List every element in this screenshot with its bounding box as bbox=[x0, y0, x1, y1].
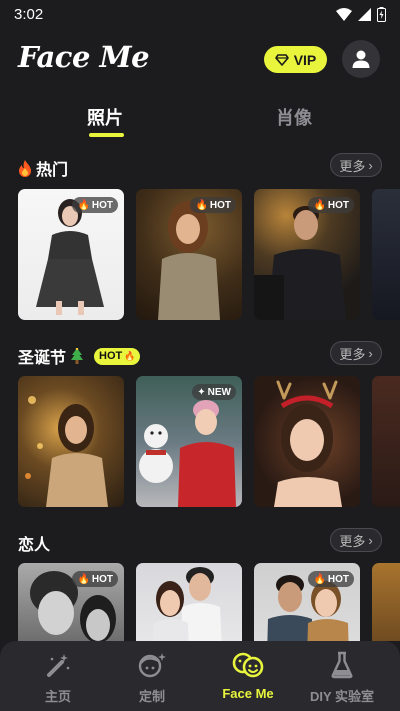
app-header: Face Me VIP bbox=[0, 36, 400, 82]
app-logo: Face Me bbox=[18, 40, 150, 74]
section-title-hot: 热门 bbox=[18, 156, 68, 180]
template-card[interactable]: 🔥 HOT bbox=[136, 189, 242, 320]
fire-icon: 🔥 bbox=[195, 199, 208, 211]
tab-indicator bbox=[89, 133, 124, 137]
badge-text: NEW bbox=[207, 386, 231, 398]
section-label: 热门 bbox=[36, 162, 69, 179]
more-label: 更多 bbox=[339, 158, 366, 174]
vip-label: VIP bbox=[293, 51, 317, 68]
card-image bbox=[152, 567, 222, 641]
template-card[interactable] bbox=[254, 376, 360, 507]
template-card[interactable] bbox=[372, 376, 400, 507]
hot-pill-badge: HOT 🔥 bbox=[94, 347, 141, 365]
vip-button[interactable]: VIP bbox=[264, 46, 327, 73]
flask-icon bbox=[331, 651, 353, 679]
fire-icon: 🔥 bbox=[77, 199, 90, 211]
face-me-icon bbox=[232, 652, 264, 678]
battery-icon bbox=[377, 6, 386, 22]
user-icon bbox=[352, 50, 370, 68]
section-label: 圣诞节 bbox=[18, 350, 67, 367]
tab-bar: 照片 肖像 bbox=[0, 100, 400, 140]
badge-text: HOT bbox=[91, 573, 113, 585]
badge-text: HOT bbox=[327, 573, 349, 585]
fire-icon: 🔥 bbox=[77, 573, 90, 585]
fire-icon: 🔥 bbox=[313, 573, 326, 585]
more-button-lovers[interactable]: 更多 › bbox=[330, 528, 382, 552]
fire-icon: 🔥 bbox=[313, 199, 326, 211]
profile-button[interactable] bbox=[342, 40, 380, 78]
status-bar: 3:02 bbox=[0, 0, 400, 28]
section-label: 恋人 bbox=[18, 537, 51, 554]
nav-face-me[interactable]: Face Me bbox=[198, 649, 298, 701]
wifi-icon bbox=[336, 7, 352, 21]
nav-label: 主页 bbox=[44, 689, 71, 704]
christmas-tree-icon bbox=[71, 347, 84, 364]
nav-diy-lab[interactable]: DIY 实验室 bbox=[292, 649, 392, 705]
pill-text: HOT bbox=[99, 350, 123, 362]
template-card[interactable] bbox=[372, 189, 400, 320]
template-card[interactable] bbox=[372, 563, 400, 641]
more-button-christmas[interactable]: 更多 › bbox=[330, 341, 382, 365]
tab-photos[interactable]: 照片 bbox=[87, 104, 123, 130]
card-row-christmas: ✦ NEW bbox=[18, 376, 400, 507]
bottom-navigation: 主页 定制 Face Me DIY 实验室 bbox=[0, 641, 400, 711]
face-sparkle-icon bbox=[138, 653, 166, 678]
section-title-christmas: 圣诞节 HOT 🔥 bbox=[18, 344, 141, 368]
chevron-right-icon: › bbox=[368, 532, 373, 548]
nav-custom[interactable]: 定制 bbox=[102, 649, 202, 705]
card-image bbox=[274, 380, 342, 507]
magic-wand-icon bbox=[47, 654, 70, 677]
nav-label: 定制 bbox=[138, 689, 165, 704]
template-card[interactable]: 🔥 HOT bbox=[254, 189, 360, 320]
hot-badge: 🔥 HOT bbox=[308, 571, 354, 587]
diamond-icon bbox=[274, 53, 289, 66]
card-image bbox=[25, 396, 108, 507]
new-badge: ✦ NEW bbox=[192, 384, 236, 400]
badge-text: HOT bbox=[209, 199, 231, 211]
template-card[interactable]: 🔥 HOT bbox=[18, 189, 124, 320]
template-card[interactable]: ✦ NEW bbox=[136, 376, 242, 507]
fire-icon: 🔥 bbox=[124, 350, 136, 361]
nav-home[interactable]: 主页 bbox=[8, 649, 108, 705]
sparkle-icon: ✦ bbox=[197, 386, 206, 398]
hot-badge: 🔥 HOT bbox=[72, 571, 118, 587]
section-title-lovers: 恋人 bbox=[18, 531, 50, 555]
nav-label: Face Me bbox=[222, 686, 274, 701]
hot-badge: 🔥 HOT bbox=[72, 197, 118, 213]
template-card[interactable] bbox=[18, 376, 124, 507]
more-button-hot[interactable]: 更多 › bbox=[330, 153, 382, 177]
template-card[interactable]: 🔥 HOT bbox=[254, 563, 360, 641]
hot-badge: 🔥 HOT bbox=[190, 197, 236, 213]
template-card[interactable]: 🔥 HOT bbox=[18, 563, 124, 641]
badge-text: HOT bbox=[327, 199, 349, 211]
status-icons bbox=[336, 6, 386, 22]
tab-portrait[interactable]: 肖像 bbox=[276, 104, 312, 130]
template-card[interactable] bbox=[136, 563, 242, 641]
badge-text: HOT bbox=[91, 199, 113, 211]
card-row-hot: 🔥 HOT 🔥 HOT 🔥 HOT bbox=[18, 189, 400, 320]
card-row-lovers: 🔥 HOT 🔥 HOT bbox=[18, 563, 400, 641]
chevron-right-icon: › bbox=[368, 345, 373, 361]
status-time: 3:02 bbox=[14, 5, 44, 23]
more-label: 更多 bbox=[339, 346, 366, 362]
signal-icon bbox=[358, 7, 371, 21]
nav-label: DIY 实验室 bbox=[309, 689, 375, 704]
chevron-right-icon: › bbox=[368, 157, 373, 173]
more-label: 更多 bbox=[339, 533, 366, 549]
fire-icon bbox=[19, 159, 31, 177]
hot-badge: 🔥 HOT bbox=[308, 197, 354, 213]
